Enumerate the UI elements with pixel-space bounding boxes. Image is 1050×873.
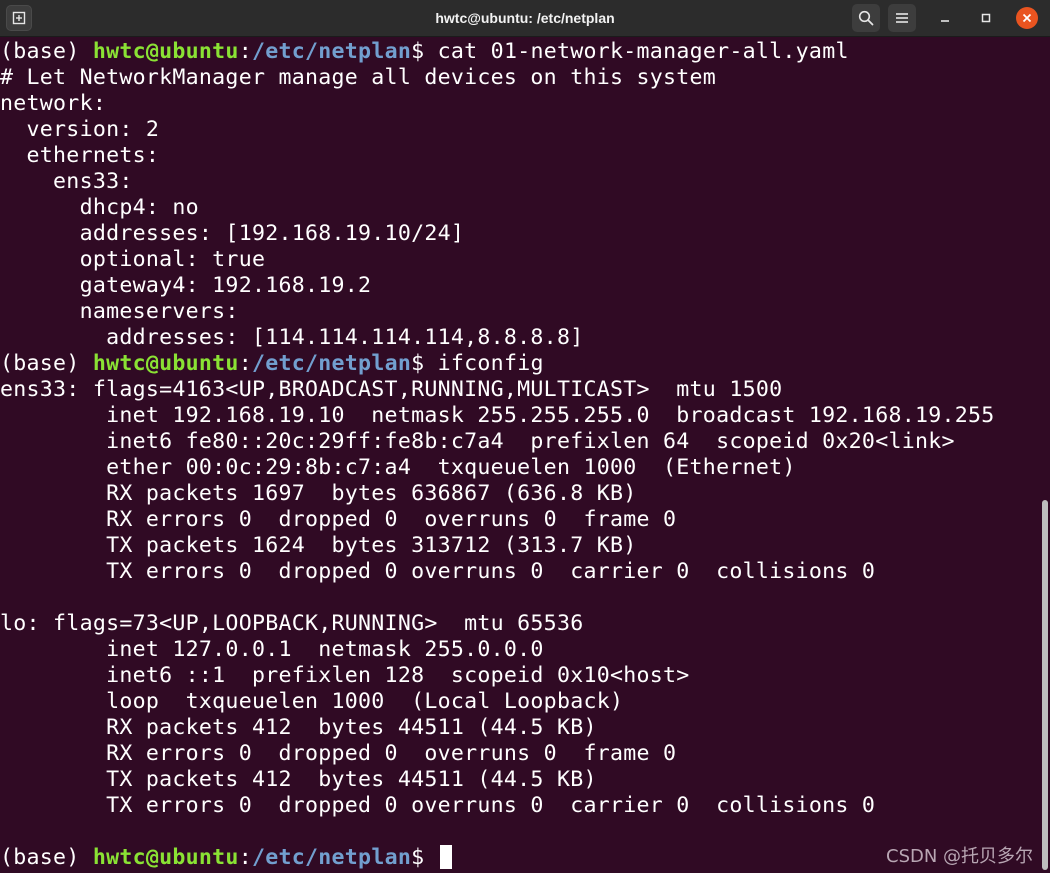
- search-icon: [858, 10, 874, 26]
- maximize-icon: [981, 13, 991, 23]
- output-line: addresses: [114.114.114.114,8.8.8.8]: [0, 325, 584, 350]
- scrollbar[interactable]: [1040, 38, 1050, 873]
- prompt-path: /etc/netplan: [251, 39, 412, 64]
- conda-env: (base): [0, 351, 93, 376]
- search-button[interactable]: [852, 4, 880, 32]
- close-icon: [1022, 13, 1032, 23]
- prompt-separator: :: [238, 39, 252, 64]
- prompt-user: hwtc@ubuntu: [92, 351, 239, 376]
- output-line: nameservers:: [0, 299, 239, 324]
- output-line: TX packets 412 bytes 44511 (44.5 KB): [0, 767, 597, 792]
- output-line: RX packets 412 bytes 44511 (44.5 KB): [0, 715, 597, 740]
- text-cursor: [439, 845, 452, 869]
- title-bar: hwtc@ubuntu: /etc/netplan: [0, 0, 1050, 37]
- prompt-line: (base) hwtc@ubuntu:/etc/netplan$ ifconfi…: [0, 351, 544, 377]
- conda-env: (base): [0, 39, 93, 64]
- output-line: ens33:: [0, 169, 133, 194]
- prompt-user: hwtc@ubuntu: [92, 845, 239, 870]
- prompt-symbol: $: [411, 39, 438, 64]
- minimize-button[interactable]: [934, 7, 956, 29]
- output-line: optional: true: [0, 247, 266, 272]
- prompt-path: /etc/netplan: [251, 351, 412, 376]
- command-text: cat 01-network-manager-all.yaml: [437, 39, 849, 64]
- output-line: loop txqueuelen 1000 (Local Loopback): [0, 689, 624, 714]
- output-line: addresses: [192.168.19.10/24]: [0, 221, 465, 246]
- output-line: TX packets 1624 bytes 313712 (313.7 KB): [0, 533, 637, 558]
- prompt-line: (base) hwtc@ubuntu:/etc/netplan$ cat 01-…: [0, 39, 849, 65]
- output-line: ether 00:0c:29:8b:c7:a4 txqueuelen 1000 …: [0, 455, 796, 480]
- new-tab-button[interactable]: [6, 5, 32, 31]
- conda-env: (base): [0, 845, 93, 870]
- output-line: # Let NetworkManager manage all devices …: [0, 65, 717, 90]
- prompt-separator: :: [238, 845, 252, 870]
- prompt-line: (base) hwtc@ubuntu:/etc/netplan$: [0, 845, 452, 871]
- output-line: version: 2: [0, 117, 160, 142]
- output-line: inet 192.168.19.10 netmask 255.255.255.0…: [0, 403, 995, 428]
- new-tab-icon: [12, 11, 26, 25]
- command-text: ifconfig: [437, 351, 544, 376]
- scrollbar-thumb[interactable]: [1042, 500, 1048, 870]
- csdn-watermark: CSDN @托贝多尔: [886, 846, 1034, 867]
- output-line: inet 127.0.0.1 netmask 255.0.0.0: [0, 637, 544, 662]
- maximize-button[interactable]: [975, 7, 997, 29]
- prompt-symbol: $: [411, 845, 438, 870]
- output-line: TX errors 0 dropped 0 overruns 0 carrier…: [0, 793, 876, 818]
- output-line: ens33: flags=4163<UP,BROADCAST,RUNNING,M…: [0, 377, 783, 402]
- close-button[interactable]: [1016, 7, 1038, 29]
- hamburger-menu-icon: [896, 13, 908, 23]
- output-line: dhcp4: no: [0, 195, 199, 220]
- prompt-user: hwtc@ubuntu: [92, 39, 239, 64]
- output-line: network:: [0, 91, 107, 116]
- output-line: inet6 fe80::20c:29ff:fe8b:c7a4 prefixlen…: [0, 429, 955, 454]
- prompt-symbol: $: [411, 351, 438, 376]
- output-line: gateway4: 192.168.19.2: [0, 273, 372, 298]
- minimize-icon: [941, 20, 949, 22]
- output-line: ethernets:: [0, 143, 160, 168]
- output-line: lo: flags=73<UP,LOOPBACK,RUNNING> mtu 65…: [0, 611, 584, 636]
- output-line: RX errors 0 dropped 0 overruns 0 frame 0: [0, 741, 677, 766]
- prompt-path: /etc/netplan: [251, 845, 412, 870]
- output-line: RX errors 0 dropped 0 overruns 0 frame 0: [0, 507, 677, 532]
- terminal-output[interactable]: (base) hwtc@ubuntu:/etc/netplan$ cat 01-…: [0, 38, 1040, 873]
- output-line: TX errors 0 dropped 0 overruns 0 carrier…: [0, 559, 876, 584]
- menu-button[interactable]: [888, 4, 916, 32]
- output-line: RX packets 1697 bytes 636867 (636.8 KB): [0, 481, 637, 506]
- output-line: inet6 ::1 prefixlen 128 scopeid 0x10<hos…: [0, 663, 690, 688]
- prompt-separator: :: [238, 351, 252, 376]
